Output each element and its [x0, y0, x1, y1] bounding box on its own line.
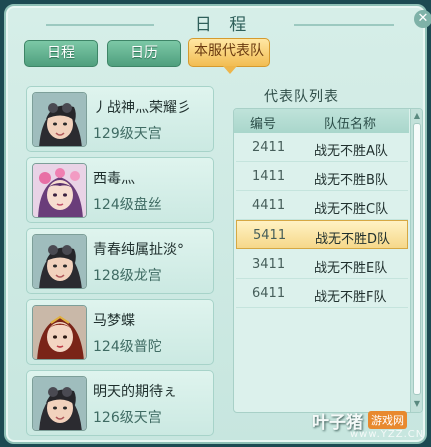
title-divider-left	[46, 24, 154, 26]
member-name: 青春纯属扯淡°	[93, 242, 184, 258]
team-name: 战无不胜F队	[314, 290, 387, 305]
team-number: 2411	[252, 140, 286, 155]
team-number: 1411	[252, 169, 286, 184]
header-team-name: 队伍名称	[324, 117, 377, 132]
team-number: 6411	[252, 286, 286, 301]
team-row[interactable]: 4411 战无不胜C队	[236, 191, 408, 220]
team-number: 3411	[252, 257, 286, 272]
site-watermark: 叶子猪 游戏网 www.YZZ.CN	[310, 408, 425, 442]
member-card-5[interactable]: 明天的期待ぇ 126级天宫	[26, 370, 214, 436]
member-card-2[interactable]: 西毒灬 124级盘丝	[26, 157, 214, 223]
member-name: 丿战神灬荣耀彡	[93, 100, 191, 116]
team-list-table: 编号 队伍名称 2411 战无不胜A队 1411 战无不胜B队 4411 战无不…	[233, 108, 423, 413]
male-hero-avatar	[32, 234, 87, 289]
team-list-header: 编号 队伍名称	[234, 109, 409, 133]
member-level-school: 128级龙宫	[93, 268, 162, 284]
team-row[interactable]: 1411 战无不胜B队	[236, 162, 408, 191]
team-name: 战无不胜D队	[315, 232, 391, 247]
female-warrior-avatar	[32, 305, 87, 360]
team-list-title: 代表队列表	[264, 89, 339, 105]
member-level-school: 124级普陀	[93, 339, 162, 355]
tab-server-team[interactable]: 本服代表队	[188, 38, 270, 74]
male-hero-avatar	[32, 376, 87, 431]
tab-calendar[interactable]: 日历	[107, 40, 181, 67]
team-name: 战无不胜A队	[314, 144, 388, 159]
member-name: 马梦蝶	[93, 313, 135, 329]
team-row[interactable]: 3411 战无不胜E队	[236, 250, 408, 279]
team-row-selected[interactable]: 5411 战无不胜D队	[236, 220, 408, 249]
watermark-url: www.YZZ.CN	[350, 429, 425, 440]
close-button[interactable]: ✕	[414, 10, 431, 28]
member-name: 明天的期待ぇ	[93, 384, 177, 400]
schedule-window: 日 程 ✕ 日程 日历 本服代表队 丿战神灬荣耀彡 129级天宫 西毒灬 124…	[4, 4, 431, 444]
member-card-3[interactable]: 青春纯属扯淡° 128级龙宫	[26, 228, 214, 294]
member-level-school: 124级盘丝	[93, 197, 162, 213]
team-row[interactable]: 6411 战无不胜F队	[236, 279, 408, 308]
member-level-school: 126级天宫	[93, 410, 162, 426]
scroll-up-arrow-icon[interactable]: ▲	[412, 111, 422, 121]
team-name: 战无不胜C队	[314, 202, 389, 217]
header-number: 编号	[250, 117, 277, 132]
window-title: 日 程	[194, 15, 253, 35]
tab-schedule[interactable]: 日程	[24, 40, 98, 67]
team-name: 战无不胜B队	[314, 173, 388, 188]
title-divider-right	[294, 24, 394, 26]
team-number: 4411	[252, 198, 286, 213]
member-level-school: 129级天宫	[93, 126, 162, 142]
team-list-scrollbar[interactable]: ▲ ▼	[410, 109, 422, 412]
member-card-4[interactable]: 马梦蝶 124级普陀	[26, 299, 214, 365]
member-name: 西毒灬	[93, 171, 135, 187]
team-row[interactable]: 2411 战无不胜A队	[236, 133, 408, 162]
team-name: 战无不胜E队	[314, 261, 388, 276]
member-card-1[interactable]: 丿战神灬荣耀彡 129级天宫	[26, 86, 214, 152]
team-number: 5411	[253, 228, 287, 243]
female-flower-avatar	[32, 163, 87, 218]
scroll-thumb[interactable]	[413, 123, 421, 395]
male-hero-avatar	[32, 92, 87, 147]
watermark-tag: 游戏网	[368, 411, 407, 429]
